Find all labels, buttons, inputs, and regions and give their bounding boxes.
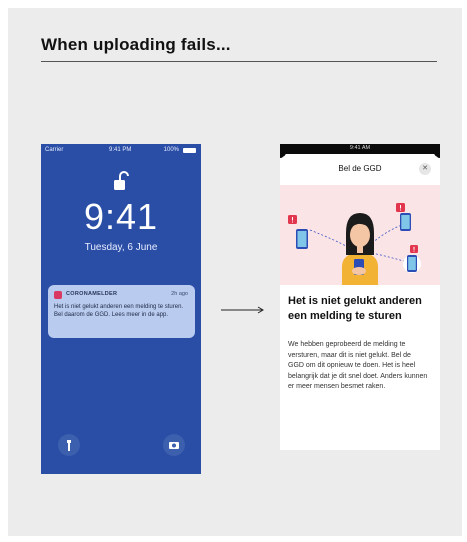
battery-icon [183,148,196,153]
battery-percent: 100% [163,147,179,153]
flashlight-button[interactable] [58,434,80,456]
message-title: Het is niet gelukt anderen een melding t… [288,295,422,322]
heading-divider [41,61,437,62]
status-time: 9:41 AM [349,145,371,151]
sheet-title: Bel de GGD [338,164,382,173]
status-bar: 9:41 AM [280,144,440,154]
lock-open-icon [114,171,129,190]
app-screen: 9:41 AM Bel de GGD ✕ Het is niet gelukt … [280,144,440,450]
status-bar: Carrier 9:41 PM 100% [41,146,201,158]
push-notification[interactable]: CORONAMELDER 2h ago Het is niet gelukt a… [48,285,195,338]
arrow-right-icon [221,306,264,314]
message-body: We hebben geprobeerd de melding te verst… [288,341,428,390]
notification-time: 2h ago [171,291,188,297]
page-heading: When uploading fails... [41,35,231,54]
flashlight-icon [67,440,71,451]
close-button[interactable]: ✕ [419,163,431,175]
close-icon: ✕ [422,165,428,172]
page-canvas: When uploading fails... Carrier 9:41 PM … [8,8,462,536]
camera-icon [169,442,179,449]
person-figure [342,213,378,285]
illustration [280,185,440,285]
status-time: 9:41 PM [109,147,132,153]
lock-screen: Carrier 9:41 PM 100% 9:41 Tuesday, 6 Jun… [41,144,201,474]
camera-button[interactable] [163,434,185,456]
notification-app-name: CORONAMELDER [66,291,118,297]
lock-date: Tuesday, 6 June [84,242,158,253]
notification-body: Het is niet gelukt anderen een melding t… [54,304,184,318]
sheet-header: Bel de GGD ✕ [280,155,440,186]
lock-clock: 9:41 [83,196,159,237]
carrier-label: Carrier [45,147,64,153]
app-icon [54,291,62,299]
